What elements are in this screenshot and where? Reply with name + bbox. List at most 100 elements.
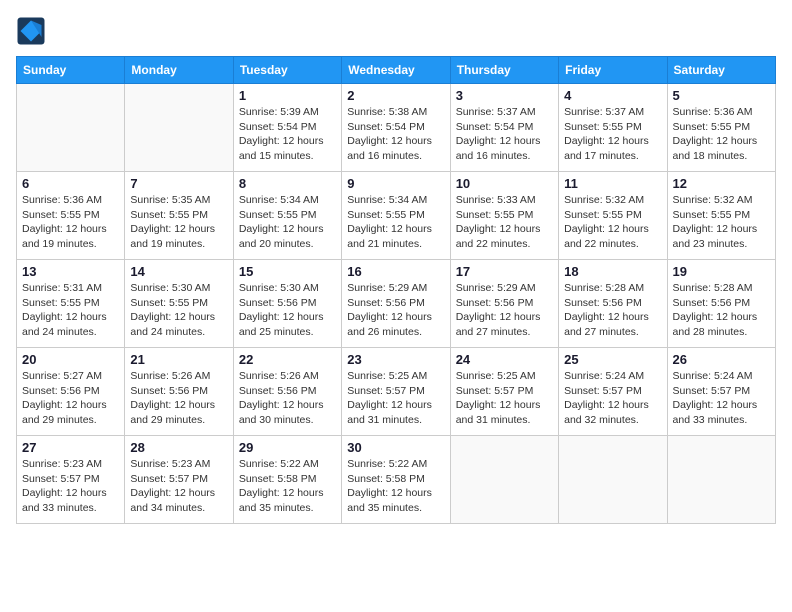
day-number: 9: [347, 176, 444, 191]
day-number: 18: [564, 264, 661, 279]
calendar-cell: 25 Sunrise: 5:24 AM Sunset: 5:57 PM Dayli…: [559, 348, 667, 436]
day-info: Sunrise: 5:26 AM Sunset: 5:56 PM Dayligh…: [130, 369, 227, 428]
logo-icon: [16, 16, 46, 46]
day-number: 21: [130, 352, 227, 367]
day-info: Sunrise: 5:37 AM Sunset: 5:54 PM Dayligh…: [456, 105, 553, 164]
day-number: 19: [673, 264, 770, 279]
day-info: Sunrise: 5:23 AM Sunset: 5:57 PM Dayligh…: [130, 457, 227, 516]
weekday-header-saturday: Saturday: [667, 57, 775, 84]
day-number: 6: [22, 176, 119, 191]
calendar-cell: 10 Sunrise: 5:33 AM Sunset: 5:55 PM Dayli…: [450, 172, 558, 260]
calendar-cell: 16 Sunrise: 5:29 AM Sunset: 5:56 PM Dayli…: [342, 260, 450, 348]
day-number: 2: [347, 88, 444, 103]
weekday-header-thursday: Thursday: [450, 57, 558, 84]
day-number: 20: [22, 352, 119, 367]
day-number: 11: [564, 176, 661, 191]
day-info: Sunrise: 5:30 AM Sunset: 5:56 PM Dayligh…: [239, 281, 336, 340]
week-row-2: 6 Sunrise: 5:36 AM Sunset: 5:55 PM Daylig…: [17, 172, 776, 260]
calendar-cell: 5 Sunrise: 5:36 AM Sunset: 5:55 PM Daylig…: [667, 84, 775, 172]
day-number: 27: [22, 440, 119, 455]
calendar-cell: 12Sunrise: 5:32 AM Sunset: 5:55 PM Dayli…: [667, 172, 775, 260]
day-info: Sunrise: 5:23 AM Sunset: 5:57 PM Dayligh…: [22, 457, 119, 516]
calendar-cell: 24 Sunrise: 5:25 AM Sunset: 5:57 PM Dayli…: [450, 348, 558, 436]
week-row-5: 27 Sunrise: 5:23 AM Sunset: 5:57 PM Dayli…: [17, 436, 776, 524]
week-row-1: 1Sunrise: 5:39 AM Sunset: 5:54 PM Daylig…: [17, 84, 776, 172]
day-info: Sunrise: 5:38 AM Sunset: 5:54 PM Dayligh…: [347, 105, 444, 164]
calendar-cell: 28 Sunrise: 5:23 AM Sunset: 5:57 PM Dayli…: [125, 436, 233, 524]
day-info: Sunrise: 5:27 AM Sunset: 5:56 PM Dayligh…: [22, 369, 119, 428]
calendar-cell: 2 Sunrise: 5:38 AM Sunset: 5:54 PM Daylig…: [342, 84, 450, 172]
day-number: 15: [239, 264, 336, 279]
calendar-cell: 15 Sunrise: 5:30 AM Sunset: 5:56 PM Dayli…: [233, 260, 341, 348]
weekday-header-sunday: Sunday: [17, 57, 125, 84]
weekday-header-tuesday: Tuesday: [233, 57, 341, 84]
calendar-cell: 14 Sunrise: 5:30 AM Sunset: 5:55 PM Dayli…: [125, 260, 233, 348]
calendar-cell: 22Sunrise: 5:26 AM Sunset: 5:56 PM Dayli…: [233, 348, 341, 436]
weekday-header-monday: Monday: [125, 57, 233, 84]
day-number: 22: [239, 352, 336, 367]
calendar-cell: [450, 436, 558, 524]
day-number: 7: [130, 176, 227, 191]
weekday-header-friday: Friday: [559, 57, 667, 84]
day-info: Sunrise: 5:24 AM Sunset: 5:57 PM Dayligh…: [564, 369, 661, 428]
calendar-cell: 29 Sunrise: 5:22 AM Sunset: 5:58 PM Dayli…: [233, 436, 341, 524]
day-info: Sunrise: 5:28 AM Sunset: 5:56 PM Dayligh…: [673, 281, 770, 340]
day-number: 28: [130, 440, 227, 455]
day-number: 17: [456, 264, 553, 279]
calendar-cell: 26 Sunrise: 5:24 AM Sunset: 5:57 PM Dayli…: [667, 348, 775, 436]
day-info: Sunrise: 5:25 AM Sunset: 5:57 PM Dayligh…: [456, 369, 553, 428]
day-info: Sunrise: 5:31 AM Sunset: 5:55 PM Dayligh…: [22, 281, 119, 340]
day-info: Sunrise: 5:35 AM Sunset: 5:55 PM Dayligh…: [130, 193, 227, 252]
day-number: 25: [564, 352, 661, 367]
calendar-cell: [125, 84, 233, 172]
calendar-cell: 3 Sunrise: 5:37 AM Sunset: 5:54 PM Daylig…: [450, 84, 558, 172]
day-info: Sunrise: 5:34 AM Sunset: 5:55 PM Dayligh…: [239, 193, 336, 252]
day-number: 3: [456, 88, 553, 103]
calendar-cell: 4 Sunrise: 5:37 AM Sunset: 5:55 PM Daylig…: [559, 84, 667, 172]
calendar-cell: [559, 436, 667, 524]
calendar-cell: 20 Sunrise: 5:27 AM Sunset: 5:56 PM Dayli…: [17, 348, 125, 436]
day-info: Sunrise: 5:33 AM Sunset: 5:55 PM Dayligh…: [456, 193, 553, 252]
day-number: 16: [347, 264, 444, 279]
day-info: Sunrise: 5:22 AM Sunset: 5:58 PM Dayligh…: [239, 457, 336, 516]
day-info: Sunrise: 5:34 AM Sunset: 5:55 PM Dayligh…: [347, 193, 444, 252]
day-number: 10: [456, 176, 553, 191]
calendar-cell: 13 Sunrise: 5:31 AM Sunset: 5:55 PM Dayli…: [17, 260, 125, 348]
day-number: 30: [347, 440, 444, 455]
calendar-cell: 27 Sunrise: 5:23 AM Sunset: 5:57 PM Dayli…: [17, 436, 125, 524]
day-number: 29: [239, 440, 336, 455]
calendar-cell: 7 Sunrise: 5:35 AM Sunset: 5:55 PM Daylig…: [125, 172, 233, 260]
day-info: Sunrise: 5:37 AM Sunset: 5:55 PM Dayligh…: [564, 105, 661, 164]
calendar-cell: [667, 436, 775, 524]
day-info: Sunrise: 5:29 AM Sunset: 5:56 PM Dayligh…: [456, 281, 553, 340]
day-number: 13: [22, 264, 119, 279]
calendar-cell: 30Sunrise: 5:22 AM Sunset: 5:58 PM Dayli…: [342, 436, 450, 524]
weekday-header-row: SundayMondayTuesdayWednesdayThursdayFrid…: [17, 57, 776, 84]
calendar-cell: 23 Sunrise: 5:25 AM Sunset: 5:57 PM Dayli…: [342, 348, 450, 436]
logo: [16, 16, 50, 46]
day-info: Sunrise: 5:29 AM Sunset: 5:56 PM Dayligh…: [347, 281, 444, 340]
day-number: 5: [673, 88, 770, 103]
day-info: Sunrise: 5:30 AM Sunset: 5:55 PM Dayligh…: [130, 281, 227, 340]
day-number: 26: [673, 352, 770, 367]
day-info: Sunrise: 5:25 AM Sunset: 5:57 PM Dayligh…: [347, 369, 444, 428]
week-row-3: 13 Sunrise: 5:31 AM Sunset: 5:55 PM Dayli…: [17, 260, 776, 348]
calendar-cell: 9 Sunrise: 5:34 AM Sunset: 5:55 PM Daylig…: [342, 172, 450, 260]
day-number: 4: [564, 88, 661, 103]
calendar-cell: 19 Sunrise: 5:28 AM Sunset: 5:56 PM Dayli…: [667, 260, 775, 348]
day-number: 14: [130, 264, 227, 279]
day-info: Sunrise: 5:36 AM Sunset: 5:55 PM Dayligh…: [673, 105, 770, 164]
day-number: 12: [673, 176, 770, 191]
day-number: 24: [456, 352, 553, 367]
day-info: Sunrise: 5:36 AM Sunset: 5:55 PM Dayligh…: [22, 193, 119, 252]
day-number: 1: [239, 88, 336, 103]
day-info: Sunrise: 5:24 AM Sunset: 5:57 PM Dayligh…: [673, 369, 770, 428]
calendar-cell: 1Sunrise: 5:39 AM Sunset: 5:54 PM Daylig…: [233, 84, 341, 172]
calendar-cell: 11Sunrise: 5:32 AM Sunset: 5:55 PM Dayli…: [559, 172, 667, 260]
calendar-cell: [17, 84, 125, 172]
day-info: Sunrise: 5:28 AM Sunset: 5:56 PM Dayligh…: [564, 281, 661, 340]
weekday-header-wednesday: Wednesday: [342, 57, 450, 84]
calendar-cell: 8Sunrise: 5:34 AM Sunset: 5:55 PM Daylig…: [233, 172, 341, 260]
week-row-4: 20 Sunrise: 5:27 AM Sunset: 5:56 PM Dayli…: [17, 348, 776, 436]
day-number: 23: [347, 352, 444, 367]
